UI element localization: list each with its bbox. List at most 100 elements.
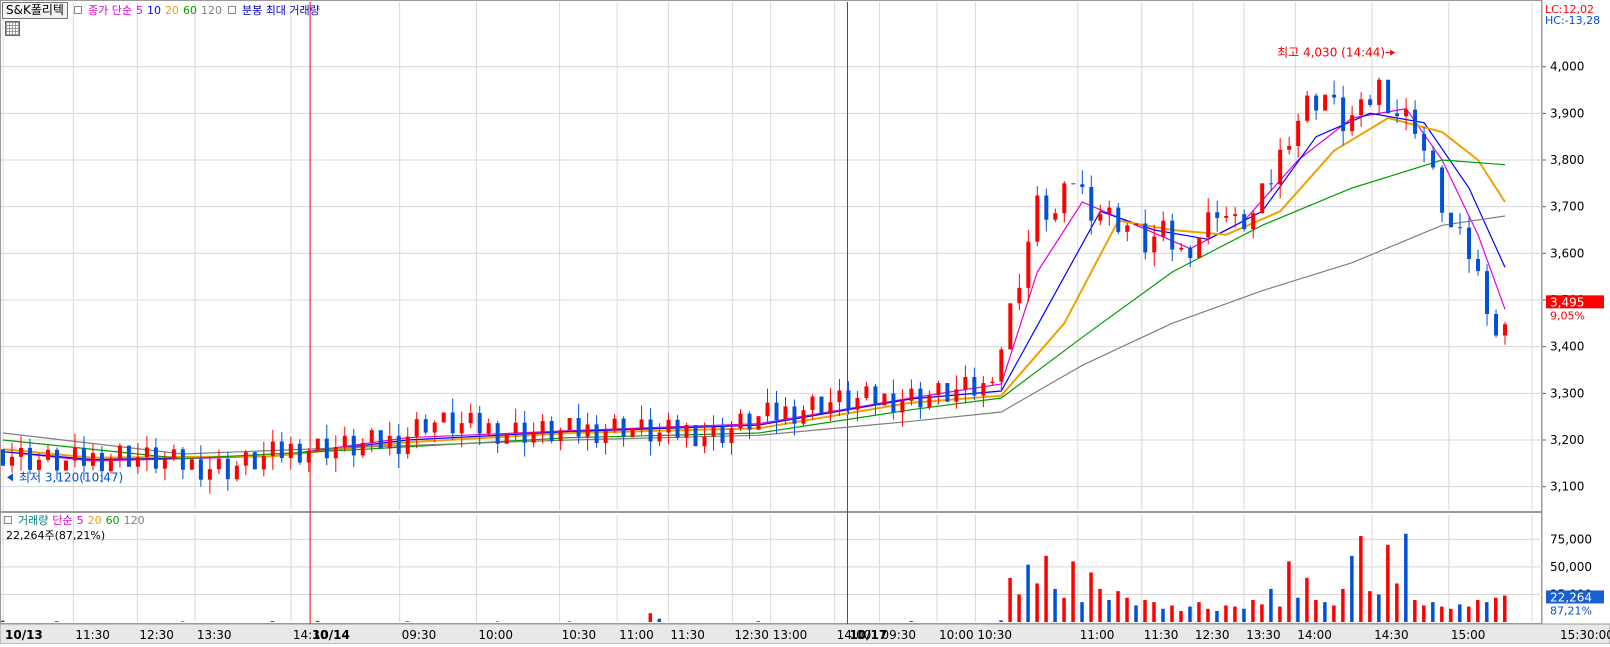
volume-bar [1251,599,1255,622]
candle-body [1152,236,1157,253]
volume-bar [1233,606,1237,622]
candle-body [1422,133,1427,151]
candle-body [288,443,293,459]
volume-bar [1431,602,1435,622]
candle-body [1080,184,1085,188]
candle-body [1125,225,1130,232]
candle-body [729,428,734,444]
candle-body [945,383,950,402]
candle-body [810,396,815,411]
candle-body [54,449,59,471]
candle-body [450,412,455,434]
candle-body [1,449,5,466]
volume-bar [1053,588,1057,622]
chart-stage: 10/13 11:30 12:30 13:30 14:30 10/14 09:30 10:00… [0,0,1610,645]
candle-body [1332,94,1337,98]
candle-body [405,436,410,454]
candle-body [306,450,311,463]
volume-bar [1152,602,1156,622]
candle-body [711,426,716,437]
volume-bar [1143,599,1147,622]
chart-canvas: 10/13 11:30 12:30 13:30 14:30 10/14 09:30 10:00… [0,0,1610,645]
candle-body [207,469,212,480]
candle-body [1233,214,1238,216]
current-price-label: 3,495 [1550,295,1584,309]
candle-body [1116,207,1121,232]
y-tick-label: 3,800 [1550,153,1584,167]
candle-body [819,396,824,414]
volume-bar [1332,605,1336,622]
candle-body [747,413,752,430]
volume-bar [1116,591,1120,622]
volume-bar [1017,594,1021,622]
day-separator-layer [309,2,848,624]
candle-body [1341,97,1346,132]
volume-bar [1035,583,1039,622]
candle-body [1062,183,1067,214]
y-tick-label: 3,600 [1550,246,1584,260]
volume-layer [1,533,1507,622]
candle-body [1107,207,1112,215]
candle-body [1395,113,1400,117]
candle-body [1215,212,1220,218]
volume-bar [999,620,1003,622]
candle-body [1008,303,1013,350]
candle-body [801,410,806,424]
candle-body [873,386,878,406]
ma60-label: 60 [182,3,197,17]
volume-bar [1485,602,1489,622]
candle-body [792,406,797,424]
candle-body [468,412,473,424]
volume-bar [909,621,913,622]
candle-body [216,458,221,470]
candle-body [1377,79,1382,105]
candle-body [1053,213,1058,220]
candle-body [846,390,851,410]
candle-body [558,430,563,442]
volume-bar [1044,555,1048,622]
x-tick-label: 14:00 [1297,628,1332,642]
volume-bar [1071,561,1075,622]
candle-body [1278,149,1283,185]
candle-body [72,447,77,461]
candle-body [963,377,968,390]
ma120-line [2,215,1506,455]
x-tick-label: 10/13 [5,628,43,642]
high-arrow-head [1390,49,1396,56]
candle-body [1386,79,1391,114]
candle-body [1404,109,1409,117]
candle-body [225,458,230,480]
volume-bar [1188,606,1192,622]
candle-body [1161,220,1166,237]
volume-label: 거래량 [18,514,49,527]
candle-body [414,419,419,437]
candle-body [324,438,329,459]
volume-bar [1080,602,1084,622]
candle-body [1494,314,1499,336]
candle-body [1368,99,1373,105]
low-arrow-head [7,473,13,482]
candle-body [603,430,608,443]
candle-body [909,388,914,401]
candle-body [486,423,491,434]
candle-body [684,425,689,438]
volume-bar [1458,604,1462,622]
candle-body [279,441,284,459]
candle-body [459,423,464,434]
candle-body [1323,94,1328,111]
candle-body [1296,120,1301,146]
candle-body [648,419,653,442]
volume-bar [1008,577,1012,622]
candle-body [540,421,545,432]
candle-body [90,453,95,466]
volume-bar [1467,606,1471,622]
stock-name[interactable]: S&K폴리텍 [2,1,68,19]
candle-body [189,459,194,470]
candle-body [864,386,869,398]
candle-body [621,418,626,438]
grid-tool-icon[interactable] [5,21,20,36]
price-layer [1,77,1508,494]
vol-ma20-label: 20 [87,513,102,527]
ma120-label: 120 [200,3,222,17]
y-tick-label: 3,100 [1550,480,1584,494]
